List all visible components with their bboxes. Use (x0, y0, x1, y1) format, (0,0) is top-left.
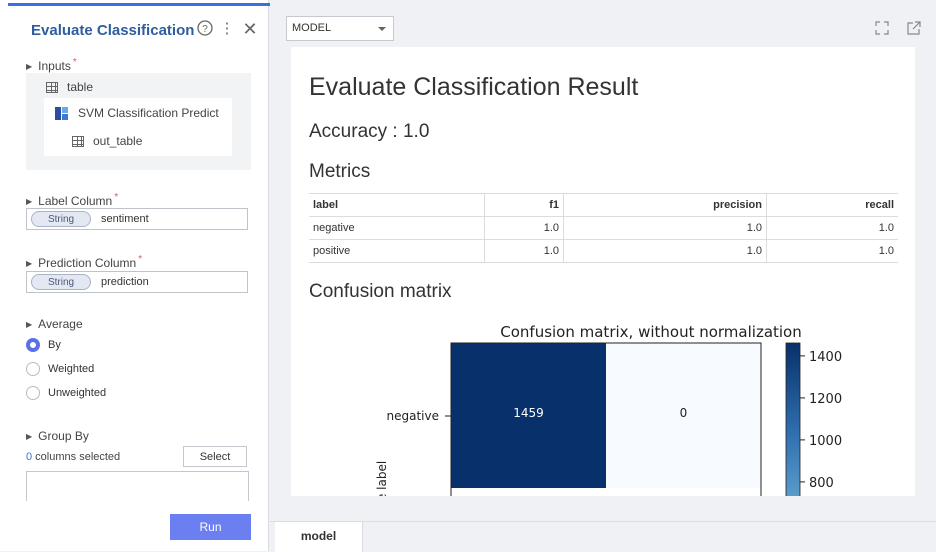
chart-title: Confusion matrix, without normalization (500, 323, 802, 341)
input-table-label: table (67, 80, 94, 94)
table-icon (72, 135, 84, 147)
caret-right-icon: ▶ (26, 259, 33, 268)
radio-by[interactable]: By (26, 338, 61, 352)
table-row: positive 1.0 1.0 1.0 (309, 239, 898, 263)
run-button[interactable]: Run (170, 514, 251, 540)
column-header: f1 (484, 193, 564, 217)
table-cell: 1.0 (766, 239, 898, 263)
radio-unchecked-icon (26, 386, 40, 400)
y-axis-label: True label (375, 461, 389, 496)
column-header: recall (766, 193, 898, 217)
colorbar-tick-label: 1000 (809, 434, 842, 449)
tab-bar: model (270, 521, 936, 552)
group-by-label: Group By (38, 429, 89, 443)
table-icon (46, 81, 58, 93)
group-by-section: ▶ Group By (26, 429, 89, 443)
model-icon (55, 106, 68, 120)
svg-text:?: ? (202, 24, 208, 35)
left-panel: Evaluate Classification ? ⋮ ✕ ▶ Inputs * t… (0, 0, 270, 551)
tab-model[interactable]: model (275, 522, 363, 552)
cell-value-label: 1459 (513, 406, 544, 420)
required-mark: * (138, 254, 143, 265)
prediction-column-value: prediction (101, 276, 149, 288)
confusion-heading: Confusion matrix (309, 281, 452, 302)
caret-right-icon: ▶ (26, 320, 33, 329)
average-section: ▶ Average (26, 317, 83, 331)
label-column-value: sentiment (101, 213, 149, 225)
table-cell: 1.0 (484, 239, 564, 263)
table-cell: positive (309, 239, 485, 263)
close-icon[interactable]: ✕ (241, 20, 259, 38)
colorbar-tick-label: 1400 (809, 350, 842, 365)
chevron-down-icon (378, 27, 386, 31)
table-row: negative 1.0 1.0 1.0 (309, 216, 898, 240)
radio-label: By (48, 339, 61, 351)
panel-accent-bar (8, 3, 270, 6)
radio-label: Weighted (48, 363, 95, 375)
required-mark: * (114, 192, 119, 203)
radio-unweighted[interactable]: Unweighted (26, 386, 106, 400)
svm-node-item[interactable]: SVM Classification Predict (55, 106, 219, 120)
colorbar (785, 342, 801, 496)
cell-value-label: 0 (680, 406, 688, 420)
label-column-label: Label Column (38, 194, 113, 208)
metrics-table: label f1 precision recall negative 1.0 1… (309, 193, 898, 263)
radio-label: Unweighted (48, 387, 107, 399)
table-cell: 1.0 (484, 216, 564, 240)
heatmap-cells: 1459 0 (450, 342, 762, 496)
radio-weighted[interactable]: Weighted (26, 362, 94, 376)
prediction-column-field[interactable]: String prediction (26, 271, 248, 293)
out-table-label: out_table (93, 134, 143, 148)
columns-selected-text: 0 columns selected (26, 451, 120, 463)
model-dropdown-value: MODEL (292, 22, 332, 34)
table-cell: 1.0 (563, 239, 767, 263)
colorbar-tick-label: 800 (809, 476, 834, 491)
more-vertical-icon[interactable]: ⋮ (218, 20, 236, 38)
average-label: Average (38, 317, 83, 331)
inputs-label: Inputs (38, 59, 71, 73)
out-table-item[interactable]: out_table (72, 134, 142, 148)
prediction-column-label: Prediction Column (38, 256, 137, 270)
metrics-heading: Metrics (309, 161, 371, 182)
caret-right-icon: ▶ (26, 62, 33, 71)
table-cell: 1.0 (766, 216, 898, 240)
type-pill: String (31, 274, 91, 290)
group-by-list[interactable] (26, 471, 249, 501)
colorbar-tick-label: 1200 (809, 392, 842, 407)
inputs-section-toggle[interactable]: ▶ Inputs * (26, 57, 77, 73)
caret-right-icon: ▶ (26, 197, 33, 206)
open-external-icon[interactable] (906, 20, 922, 36)
column-header: precision (563, 193, 767, 217)
radio-checked-icon (26, 338, 40, 352)
model-dropdown[interactable]: MODEL (286, 16, 394, 41)
required-mark: * (72, 57, 77, 68)
confusion-matrix-chart: Confusion matrix, without normalization … (375, 323, 842, 496)
select-columns-button[interactable]: Select (183, 446, 247, 467)
y-tick-label: negative (387, 409, 439, 423)
prediction-column-section: ▶ Prediction Column * (26, 254, 142, 270)
label-column-field[interactable]: String sentiment (26, 208, 248, 230)
type-pill: String (31, 211, 91, 227)
report-content: Evaluate Classification Result Accuracy … (291, 47, 915, 496)
label-column-section: ▶ Label Column * (26, 192, 118, 208)
table-cell: negative (309, 216, 485, 240)
panel-title: Evaluate Classification (31, 22, 195, 39)
table-header-row: label f1 precision recall (309, 193, 898, 217)
table-cell: 1.0 (563, 216, 767, 240)
help-icon[interactable]: ? (196, 20, 214, 38)
colorbar-ticks: 1400 1200 1000 800 (800, 350, 842, 491)
input-table-item[interactable]: table (46, 80, 93, 94)
caret-right-icon: ▶ (26, 432, 33, 441)
radio-unchecked-icon (26, 362, 40, 376)
columns-selected-suffix: columns selected (32, 451, 121, 463)
result-title: Evaluate Classification Result (309, 73, 639, 101)
column-header: label (309, 193, 485, 217)
expand-icon[interactable] (874, 20, 890, 36)
svm-node-label: SVM Classification Predict (78, 106, 219, 120)
accuracy-text: Accuracy : 1.0 (309, 121, 430, 142)
